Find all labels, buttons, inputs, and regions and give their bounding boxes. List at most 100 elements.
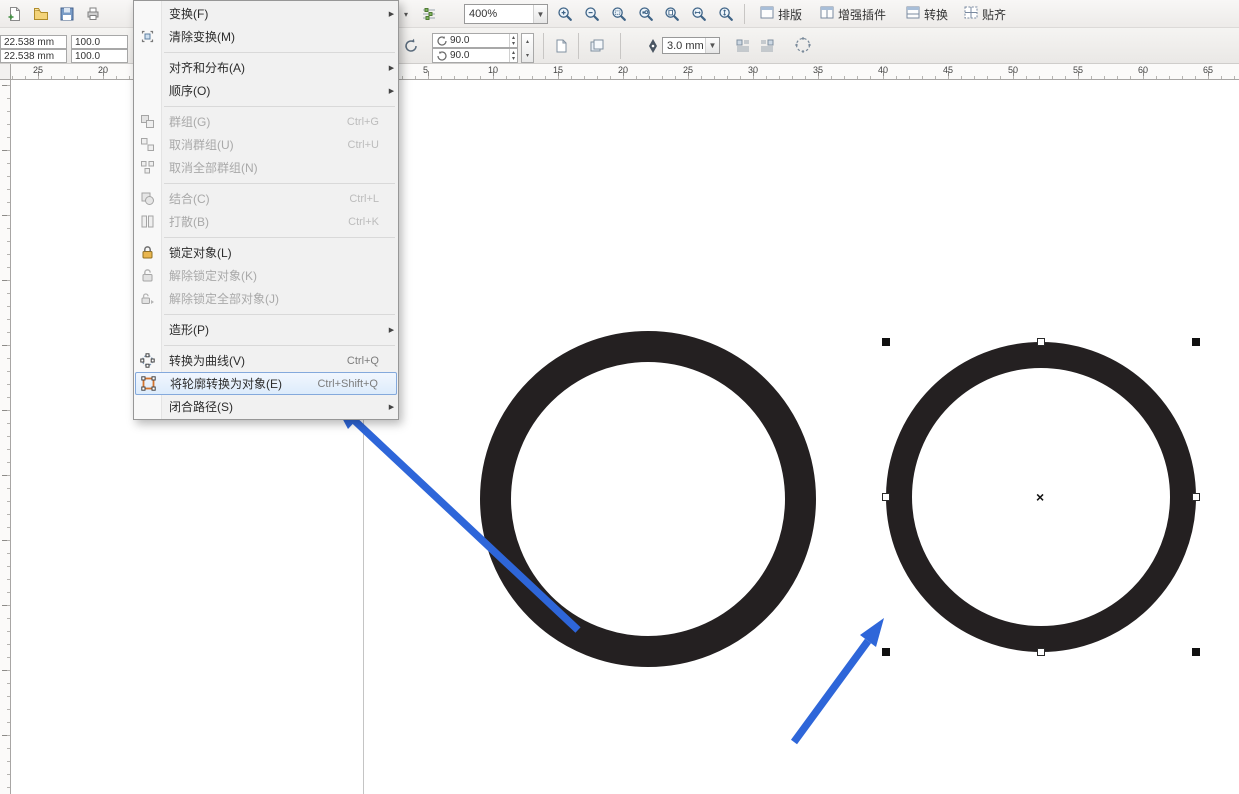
ring-shape-left[interactable] <box>480 331 816 667</box>
toolbar-separator <box>543 33 544 59</box>
save-icon[interactable] <box>58 5 76 23</box>
zoom-page-width-icon[interactable] <box>690 5 708 23</box>
menu-separator <box>134 233 398 241</box>
curve-nodes-icon[interactable] <box>794 36 812 54</box>
plugin-window-icon <box>820 6 834 22</box>
ruler-label: 65 <box>1203 65 1214 75</box>
menu-item-ungroup[interactable]: 取消群组(U) Ctrl+U <box>134 133 398 156</box>
menu-item-unlock-all-objects[interactable]: 解除锁定全部对象(J) <box>134 287 398 310</box>
submenu-arrow-icon: ▶ <box>388 403 395 411</box>
chevron-down-icon[interactable]: ▼ <box>533 5 547 23</box>
ruler-label: 60 <box>1138 65 1149 75</box>
zoom-out-icon[interactable] <box>583 5 601 23</box>
arrow-to-right-ring <box>790 618 884 745</box>
ruler-label: 45 <box>943 65 954 75</box>
view-adjust-icon[interactable] <box>420 5 438 23</box>
rotation-angle-icon <box>436 50 448 62</box>
chevron-down-icon[interactable]: ▼ <box>705 38 719 53</box>
menu-item-lock-object[interactable]: 锁定对象(L) <box>134 241 398 264</box>
print-icon[interactable] <box>84 5 102 23</box>
rotation-angle-value: 90.0 <box>450 50 470 61</box>
menu-item-order[interactable]: 顺序(O) ▶ <box>134 79 398 102</box>
snap-grid-icon <box>964 6 978 22</box>
ruler-label: 40 <box>878 65 889 75</box>
rotation-angle-field-2[interactable]: 90.0 ▴ ▾ <box>432 48 518 63</box>
menu-item-break-apart[interactable]: 打散(B) Ctrl+K <box>134 210 398 233</box>
menu-icon-empty <box>134 318 161 341</box>
menu-icon-empty <box>134 56 161 79</box>
outline-width-combobox[interactable]: 3.0 mm ▼ <box>662 37 720 54</box>
toolbar-overflow-chevron-icon[interactable]: ▾ <box>404 10 408 19</box>
wrap-text-alt-icon[interactable] <box>758 37 776 55</box>
outline-pen-icon <box>644 37 662 55</box>
object-width-field[interactable]: 22.538 mm <box>0 35 67 49</box>
menu-item-convert-outline-to-object[interactable]: 将轮廓转换为对象(E) Ctrl+Shift+Q <box>135 372 397 395</box>
menu-item-transform[interactable]: 变换(F) ▶ <box>134 2 398 25</box>
selection-handle-middle-right[interactable] <box>1192 493 1200 501</box>
rotate-icon[interactable] <box>402 37 420 55</box>
menu-item-label: 造形(P) <box>169 323 209 337</box>
menu-item-ungroup-all[interactable]: 取消全部群组(N) <box>134 156 398 179</box>
menu-icon-empty <box>134 79 161 102</box>
layers-icon[interactable] <box>588 37 606 55</box>
zoom-level-combobox[interactable]: 400% ▼ <box>464 4 548 24</box>
toolbar-button-zhuanhuan[interactable]: 转换 <box>898 3 956 25</box>
menu-item-label: 打散(B) <box>169 215 209 229</box>
toolbar-button-zengqiang-chajian[interactable]: 增强插件 <box>812 3 894 25</box>
menu-item-group[interactable]: 群组(G) Ctrl+G <box>134 110 398 133</box>
scale-vertical-field[interactable]: 100.0 <box>71 49 128 63</box>
selection-handle-top-left[interactable] <box>882 338 890 346</box>
spinner-up-icon[interactable]: ▴ <box>522 34 533 48</box>
vertical-ruler[interactable] <box>0 80 11 794</box>
ruler-label: 30 <box>748 65 759 75</box>
menu-item-shortcut: Ctrl+L <box>349 192 379 205</box>
menu-item-label: 闭合路径(S) <box>169 400 233 414</box>
object-height-value: 22.538 mm <box>4 50 55 62</box>
zoom-all-objects-icon[interactable] <box>637 5 655 23</box>
spinner-arrows-icon[interactable]: ▴ ▾ <box>508 34 517 47</box>
object-height-field[interactable]: 22.538 mm <box>0 49 67 63</box>
zoom-page-icon[interactable] <box>663 5 681 23</box>
submenu-arrow-icon: ▶ <box>388 64 395 72</box>
menu-item-shaping[interactable]: 造形(P) ▶ <box>134 318 398 341</box>
menu-item-clear-transformations[interactable]: 清除变换(M) <box>134 25 398 48</box>
selection-handle-top-right[interactable] <box>1192 338 1200 346</box>
menu-item-shortcut: Ctrl+Shift+Q <box>317 377 378 390</box>
menu-item-combine[interactable]: 结合(C) Ctrl+L <box>134 187 398 210</box>
layout-window-icon <box>760 6 774 22</box>
submenu-arrow-icon: ▶ <box>388 326 395 334</box>
menu-item-close-path[interactable]: 闭合路径(S) ▶ <box>134 395 398 418</box>
open-folder-icon[interactable] <box>32 5 50 23</box>
zoom-page-height-icon[interactable] <box>717 5 735 23</box>
toolbar-button-label: 转换 <box>924 7 949 22</box>
toolbar-separator <box>744 4 745 24</box>
menu-item-convert-to-curves[interactable]: 转换为曲线(V) Ctrl+Q <box>134 349 398 372</box>
toolbar-button-tieqi[interactable]: 贴齐 <box>956 3 1014 25</box>
menu-icon-empty <box>134 395 161 418</box>
zoom-selected-icon[interactable] <box>610 5 628 23</box>
rotation-angle-field-1[interactable]: 90.0 ▴ ▾ <box>432 33 518 48</box>
selection-handle-middle-left[interactable] <box>882 493 890 501</box>
menu-icon-empty <box>134 2 161 25</box>
selection-handle-top-center[interactable] <box>1037 338 1045 346</box>
wrap-text-icon[interactable] <box>734 37 752 55</box>
toolbar-button-paiban[interactable]: 排版 <box>752 3 810 25</box>
menu-item-label: 对齐和分布(A) <box>169 61 245 75</box>
menu-separator <box>134 341 398 349</box>
menu-item-label: 变换(F) <box>169 7 209 21</box>
selection-handle-bottom-center[interactable] <box>1037 648 1045 656</box>
zoom-in-icon[interactable] <box>556 5 574 23</box>
menu-item-align-and-distribute[interactable]: 对齐和分布(A) ▶ <box>134 56 398 79</box>
ruler-label: 35 <box>813 65 824 75</box>
menu-item-shortcut: Ctrl+U <box>347 138 379 151</box>
selection-handle-bottom-left[interactable] <box>882 648 890 656</box>
mirror-page-icon[interactable] <box>552 37 570 55</box>
menu-item-unlock-object[interactable]: 解除锁定对象(K) <box>134 264 398 287</box>
selection-handle-bottom-right[interactable] <box>1192 648 1200 656</box>
scale-horizontal-field[interactable]: 100.0 <box>71 35 128 49</box>
spinner-down-icon[interactable]: ▾ <box>522 48 533 62</box>
menu-item-label: 取消全部群组(N) <box>169 161 258 175</box>
spinner-arrows-icon[interactable]: ▴ ▾ <box>508 49 517 62</box>
angle-extra-buttons[interactable]: ▴ ▾ <box>521 33 534 63</box>
new-document-icon[interactable] <box>6 5 24 23</box>
